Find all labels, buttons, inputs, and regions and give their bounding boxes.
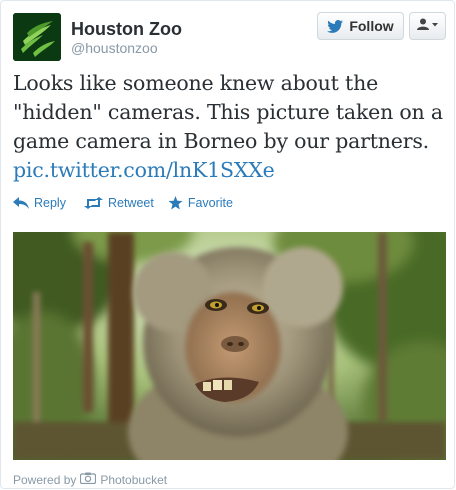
follow-button[interactable]: Follow [317, 12, 404, 40]
user-dropdown-icon [416, 17, 439, 35]
photobucket-icon [80, 472, 97, 487]
avatar[interactable] [13, 13, 61, 61]
star-icon [168, 196, 183, 210]
tweet-line: Looks like someone knew about the [13, 71, 379, 95]
houston-zoo-logo [13, 13, 61, 61]
tweet-line: "hidden" cameras. This picture taken on … [13, 100, 443, 124]
tweet-media-link[interactable]: pic.twitter.com/lnK1SXXe [13, 156, 449, 185]
reply-label: Reply [34, 196, 66, 210]
tweet-text: Looks like someone knew about the "hidde… [13, 69, 449, 185]
media-attribution: Powered by Photobucket [13, 472, 167, 487]
user-menu-button[interactable] [409, 12, 446, 40]
retweet-label: Retweet [107, 196, 154, 210]
photobucket-link[interactable]: Photobucket [100, 473, 167, 487]
favorite-button[interactable]: Favorite [168, 196, 233, 210]
retweet-button[interactable]: Retweet [83, 196, 154, 210]
retweet-icon [83, 197, 103, 209]
favorite-label: Favorite [187, 196, 233, 210]
monkey-photo [13, 232, 446, 460]
powered-by-label: Powered by [13, 472, 77, 487]
tweet-photo[interactable] [13, 232, 446, 460]
display-name[interactable]: Houston Zoo [71, 19, 182, 40]
reply-icon [13, 197, 29, 209]
twitter-bird-icon [327, 19, 344, 33]
user-handle[interactable]: @houstonzoo [71, 40, 158, 56]
follow-label: Follow [349, 18, 394, 34]
tweet-card: Houston Zoo @houstonzoo Follow Looks lik… [0, 0, 455, 489]
tweet-line: game camera in Borneo by our partners. [13, 129, 429, 153]
reply-button[interactable]: Reply [13, 196, 66, 210]
tweet-actions: Reply Retweet Favorite [13, 193, 233, 213]
